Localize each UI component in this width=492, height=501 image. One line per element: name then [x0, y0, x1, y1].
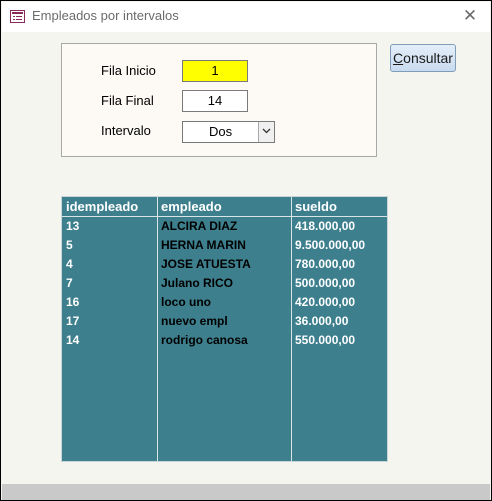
cell-empleado[interactable]: loco uno — [161, 295, 211, 309]
cell-sueldo[interactable]: 420.000,00 — [295, 295, 355, 309]
results-table[interactable]: idempleado empleado sueldo 13 ALCIRA DIAZ… — [61, 196, 388, 462]
parameters-panel: Fila Inicio 1 Fila Final 14 Intervalo Do… — [61, 43, 377, 157]
close-icon[interactable]: ✕ — [460, 6, 480, 26]
form-icon — [10, 10, 25, 23]
header-idempleado: idempleado — [66, 199, 139, 214]
status-bar — [2, 484, 490, 500]
consultar-accel: C — [393, 50, 404, 66]
cell-sueldo[interactable]: 500.000,00 — [295, 276, 355, 290]
cell-idempleado[interactable]: 16 — [66, 295, 79, 309]
intervalo-combo[interactable]: Dos — [182, 121, 275, 143]
cell-idempleado[interactable]: 5 — [66, 238, 73, 252]
title-bar[interactable]: Empleados por intervalos ✕ — [2, 2, 490, 32]
cell-empleado[interactable]: nuevo empl — [161, 314, 228, 328]
cell-sueldo[interactable]: 418.000,00 — [295, 219, 355, 233]
cell-sueldo[interactable]: 36.000,00 — [295, 314, 348, 328]
header-empleado: empleado — [161, 199, 222, 214]
cell-empleado[interactable]: rodrigo canosa — [161, 333, 248, 347]
fila-final-label: Fila Final — [101, 93, 154, 108]
header-sueldo: sueldo — [295, 199, 337, 214]
dialog-window: Empleados por intervalos ✕ Fila Inicio 1… — [0, 0, 492, 501]
cell-empleado[interactable]: Julano RICO — [161, 276, 233, 290]
cell-sueldo[interactable]: 9.500.000,00 — [295, 238, 365, 252]
cell-idempleado[interactable]: 17 — [66, 314, 79, 328]
cell-sueldo[interactable]: 550.000,00 — [295, 333, 355, 347]
fila-inicio-label: Fila Inicio — [101, 63, 156, 78]
consultar-label: onsultar — [403, 50, 453, 66]
cell-empleado[interactable]: HERNA MARIN — [161, 238, 246, 252]
consultar-button[interactable]: Consultar — [390, 44, 456, 72]
cell-empleado[interactable]: JOSE ATUESTA — [161, 257, 251, 271]
intervalo-label: Intervalo — [101, 123, 151, 138]
cell-idempleado[interactable]: 4 — [66, 257, 73, 271]
window-title: Empleados por intervalos — [32, 8, 179, 23]
cell-idempleado[interactable]: 14 — [66, 333, 79, 347]
cell-idempleado[interactable]: 13 — [66, 219, 79, 233]
cell-idempleado[interactable]: 7 — [66, 276, 73, 290]
fila-final-field[interactable]: 14 — [182, 90, 248, 112]
intervalo-value: Dos — [209, 124, 233, 139]
cell-empleado[interactable]: ALCIRA DIAZ — [161, 219, 237, 233]
cell-sueldo[interactable]: 780.000,00 — [295, 257, 355, 271]
fila-inicio-field[interactable]: 1 — [182, 60, 248, 82]
chevron-down-icon[interactable] — [258, 122, 274, 142]
